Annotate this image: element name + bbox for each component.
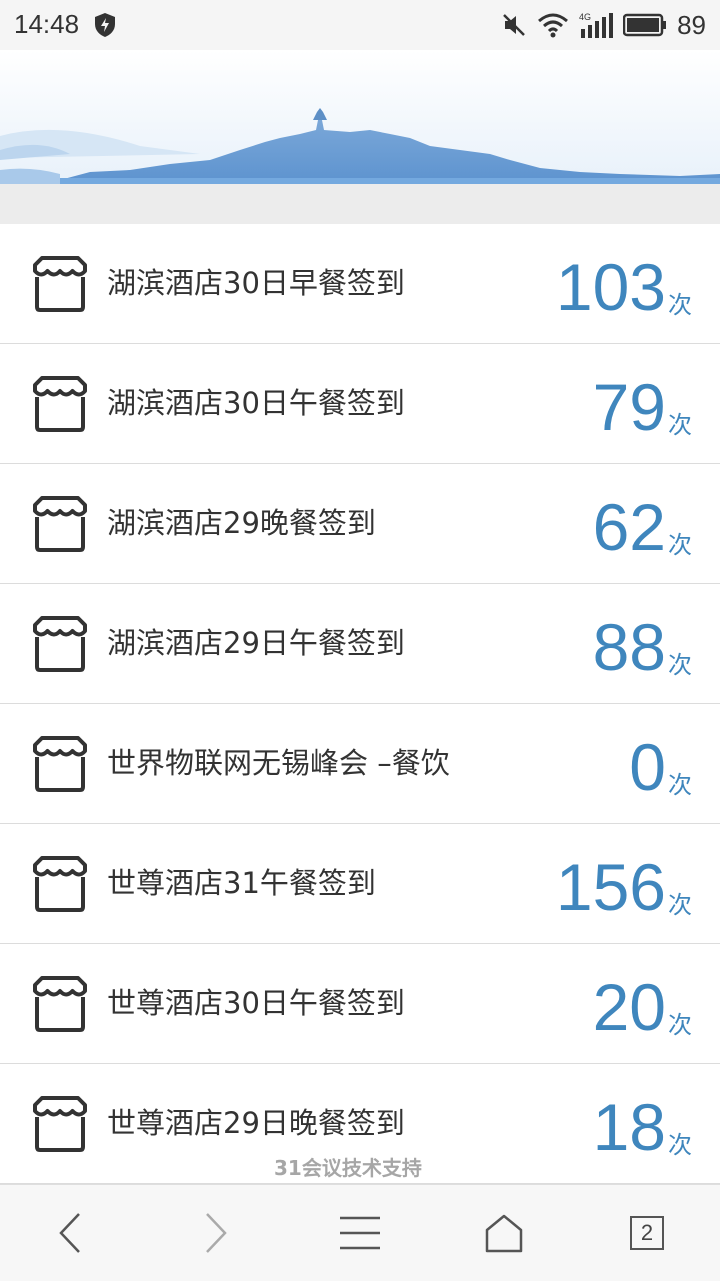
store-icon xyxy=(33,736,87,792)
count-unit: 次 xyxy=(668,411,692,439)
tabs-button[interactable]: 2 xyxy=(602,1185,692,1281)
checkin-count: 79 xyxy=(592,370,666,444)
status-bar: 14:48 4G 89 xyxy=(0,0,720,50)
mute-icon xyxy=(503,14,525,36)
battery-icon xyxy=(623,13,667,37)
checkin-count: 20 xyxy=(592,970,666,1044)
home-icon xyxy=(485,1214,523,1253)
list-item[interactable]: 湖滨酒店29日午餐签到 88 次 xyxy=(0,584,720,704)
list-item-label: 湖滨酒店30日早餐签到 xyxy=(107,266,405,300)
list-item[interactable]: 湖滨酒店30日早餐签到 103 次 xyxy=(0,224,720,344)
store-icon xyxy=(33,376,87,432)
count-unit: 次 xyxy=(668,771,692,799)
shield-icon xyxy=(95,13,115,37)
landscape-illustration xyxy=(0,50,720,184)
list-item-label: 世尊酒店29日晚餐签到 xyxy=(107,1106,405,1140)
home-button[interactable] xyxy=(459,1185,549,1281)
status-indicators: 4G 89 xyxy=(501,8,706,42)
list-item-label: 湖滨酒店29晚餐签到 xyxy=(107,506,376,540)
count-group: 0 次 xyxy=(629,714,692,814)
browser-toolbar: 2 xyxy=(0,1184,720,1281)
list-item[interactable]: 世界物联网无锡峰会 –餐饮 0 次 xyxy=(0,704,720,824)
count-unit: 次 xyxy=(668,1011,692,1039)
forward-button[interactable] xyxy=(171,1185,261,1281)
section-divider xyxy=(0,184,720,224)
checkin-count: 103 xyxy=(555,250,666,324)
store-icon xyxy=(33,496,87,552)
store-icon xyxy=(33,1096,87,1152)
count-unit: 次 xyxy=(668,531,692,559)
count-group: 79 次 xyxy=(593,354,692,454)
wifi-icon xyxy=(538,13,569,38)
list-item-label: 世尊酒店30日午餐签到 xyxy=(107,986,405,1020)
checkin-count: 62 xyxy=(592,490,666,564)
count-unit: 次 xyxy=(668,891,692,919)
tabs-icon: 2 xyxy=(630,1216,664,1250)
count-unit: 次 xyxy=(668,651,692,679)
watermark-text: 31会议技术支持 xyxy=(274,1156,422,1180)
menu-icon xyxy=(340,1216,380,1250)
meal-checkin-list: 湖滨酒店30日早餐签到 103 次 湖滨酒店30日午餐签到 79 次 湖滨酒店2… xyxy=(0,224,720,1184)
list-item-label: 世尊酒店31午餐签到 xyxy=(107,866,376,900)
count-group: 18 次 xyxy=(593,1074,692,1174)
store-icon xyxy=(33,256,87,312)
store-icon xyxy=(33,976,87,1032)
network-type-label: 4G xyxy=(579,12,591,22)
count-unit: 次 xyxy=(668,291,692,319)
tab-count: 2 xyxy=(640,1220,654,1245)
checkin-count: 156 xyxy=(555,850,666,924)
checkin-count: 88 xyxy=(592,610,666,684)
store-icon xyxy=(33,616,87,672)
count-group: 62 次 xyxy=(593,474,692,574)
list-item[interactable]: 世尊酒店30日午餐签到 20 次 xyxy=(0,944,720,1064)
cellular-signal-icon: 4G xyxy=(579,12,614,38)
count-group: 88 次 xyxy=(593,594,692,694)
chevron-right-icon xyxy=(206,1213,227,1253)
list-item[interactable]: 世尊酒店31午餐签到 156 次 xyxy=(0,824,720,944)
store-icon xyxy=(33,856,87,912)
menu-button[interactable] xyxy=(315,1185,405,1281)
count-group: 20 次 xyxy=(593,954,692,1054)
list-item[interactable]: 湖滨酒店29晚餐签到 62 次 xyxy=(0,464,720,584)
checkin-count: 0 xyxy=(629,730,666,804)
back-button[interactable] xyxy=(25,1185,115,1281)
count-unit: 次 xyxy=(668,1131,692,1159)
list-item-label: 世界物联网无锡峰会 –餐饮 xyxy=(107,746,450,780)
header-banner xyxy=(0,50,720,184)
list-item-label: 湖滨酒店30日午餐签到 xyxy=(107,386,405,420)
list-item-label: 湖滨酒店29日午餐签到 xyxy=(107,626,405,660)
count-group: 156 次 xyxy=(556,834,692,934)
checkin-count: 18 xyxy=(592,1090,666,1164)
status-time: 14:48 xyxy=(14,9,80,39)
battery-level: 89 xyxy=(677,9,706,40)
chevron-left-icon xyxy=(59,1213,80,1253)
count-group: 103 次 xyxy=(556,234,692,334)
list-item[interactable]: 湖滨酒店30日午餐签到 79 次 xyxy=(0,344,720,464)
